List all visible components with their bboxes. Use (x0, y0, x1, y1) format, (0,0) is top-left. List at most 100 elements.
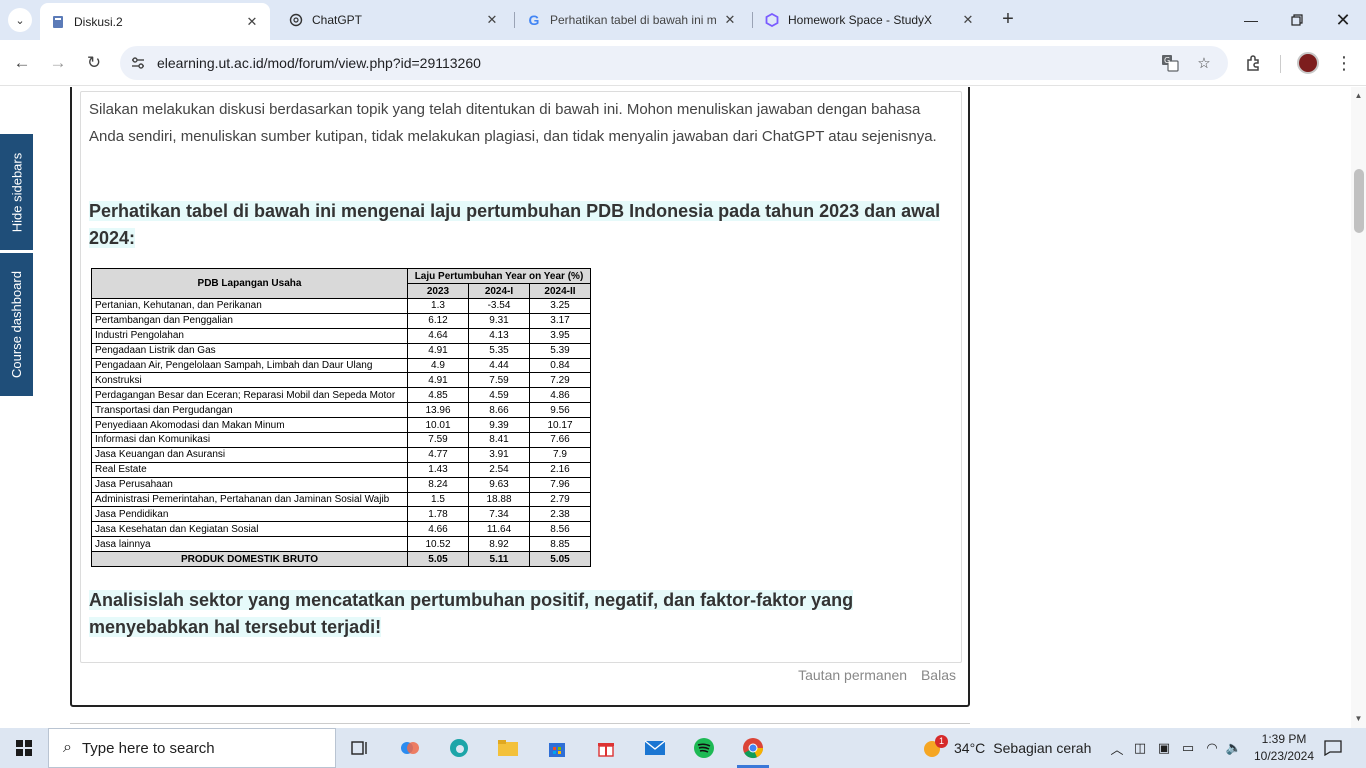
avatar[interactable] (1297, 52, 1319, 74)
value-cell: 5.35 (468, 342, 530, 359)
url-text[interactable]: elearning.ut.ac.id/mod/forum/view.php?id… (157, 55, 481, 71)
value-cell: 8.66 (468, 402, 530, 419)
sector-cell: Transportasi dan Pergudangan (91, 402, 408, 419)
menu-dots-icon[interactable]: ⋮ (1332, 51, 1356, 75)
forward-button[interactable]: → (44, 49, 72, 77)
sector-cell: Pengadaan Air, Pengelolaan Sampah, Limba… (91, 357, 408, 374)
store-icon[interactable] (537, 732, 577, 764)
table-row: Pertanian, Kehutanan, dan Perikanan 1.3 -3… (91, 298, 591, 314)
value-cell: 0.84 (529, 357, 591, 374)
scrollbar-thumb[interactable] (1354, 169, 1364, 233)
close-icon: ✕ (1335, 9, 1351, 30)
weather-badge: 1 (935, 735, 948, 748)
spotify-icon[interactable] (684, 732, 724, 764)
chevron-down-icon: ⌄ (15, 14, 25, 27)
copilot-icon[interactable] (390, 732, 430, 764)
page-scrollbar[interactable]: ▲ ▼ (1351, 87, 1366, 728)
tab-title: ChatGPT (312, 13, 363, 27)
close-icon[interactable]: ✕ (722, 12, 738, 28)
course-dashboard-button[interactable]: Course dashboard (0, 253, 33, 396)
task-view-icon[interactable] (340, 732, 380, 764)
search-icon: ⌕ (63, 739, 72, 756)
back-button[interactable]: ← (8, 49, 36, 77)
value-cell: 3.17 (529, 312, 591, 329)
weather-sun-icon: 1 (920, 735, 948, 759)
scroll-up-icon[interactable]: ▲ (1351, 89, 1366, 103)
value-cell: 2.54 (468, 461, 530, 478)
tab-separator (752, 12, 753, 28)
value-cell: 4.91 (407, 372, 469, 389)
value-cell: 4.44 (468, 357, 530, 374)
notification-icon[interactable] (1321, 736, 1345, 760)
chevron-up-icon[interactable]: ︿ (1108, 739, 1126, 758)
svg-text:G: G (1164, 56, 1170, 65)
restore-button[interactable] (1274, 0, 1320, 40)
tab-chatgpt[interactable]: ChatGPT ✕ (278, 4, 510, 36)
wifi-icon[interactable]: ◠ (1202, 740, 1222, 756)
gift-icon[interactable] (586, 732, 626, 764)
tab-title: Homework Space - StudyX (788, 13, 933, 27)
value-cell: 1.3 (407, 298, 469, 314)
bookmark-star-icon[interactable]: ☆ (1194, 53, 1214, 73)
reload-button[interactable]: ↻ (80, 49, 108, 77)
table-row: Transportasi dan Pergudangan 13.96 8.66 9.5… (91, 402, 591, 419)
value-cell: 13.96 (407, 402, 469, 419)
scroll-down-icon[interactable]: ▼ (1351, 712, 1366, 726)
meet-now-icon[interactable]: ◫ (1130, 740, 1150, 756)
value-cell: 7.29 (529, 372, 591, 389)
value-cell: 4.59 (468, 387, 530, 404)
value-cell: 10.52 (407, 536, 469, 553)
table-row: Pengadaan Air, Pengelolaan Sampah, Limba… (91, 357, 591, 374)
extensions-icon[interactable] (1242, 51, 1266, 75)
sector-cell: Industri Pengolahan (91, 327, 408, 344)
tab-diskusi[interactable]: Diskusi.2 ✕ (40, 3, 270, 40)
battery-icon[interactable]: ▭ (1178, 740, 1198, 756)
site-info-icon[interactable] (128, 53, 148, 73)
close-icon[interactable]: ✕ (960, 12, 976, 28)
new-tab-button[interactable]: + (996, 8, 1020, 32)
close-window-button[interactable]: ✕ (1320, 0, 1366, 40)
value-cell: 2.79 (529, 491, 591, 508)
hide-sidebars-button[interactable]: Hide sidebars (0, 134, 33, 250)
value-cell: 8.92 (468, 536, 530, 553)
weather-temperature: 34°C (954, 740, 986, 756)
tab-studyx[interactable]: Homework Space - StudyX ✕ (754, 4, 986, 36)
chrome-icon[interactable] (733, 732, 773, 768)
header-year: 2024-I (468, 283, 530, 299)
value-cell: 7.66 (529, 432, 591, 448)
value-cell: 4.85 (407, 387, 469, 404)
mail-icon[interactable] (635, 732, 675, 764)
post-body: Silakan melakukan diskusi berdasarkan to… (80, 91, 962, 663)
file-explorer-icon[interactable] (488, 732, 528, 764)
start-button[interactable] (0, 728, 48, 768)
value-cell: 8.24 (407, 476, 469, 493)
address-bar[interactable]: elearning.ut.ac.id/mod/forum/view.php?id… (120, 46, 1228, 80)
tab-google-search[interactable]: G Perhatikan tabel di bawah ini m ✕ (516, 4, 748, 36)
arrow-right-icon: → (49, 53, 67, 72)
table-row: Jasa lainnya 10.52 8.92 8.85 (91, 536, 591, 553)
openai-icon (288, 12, 304, 28)
arrow-left-icon: ← (13, 53, 31, 72)
close-icon[interactable]: ✕ (244, 14, 260, 30)
edge-icon[interactable] (439, 732, 479, 764)
weather-widget[interactable]: 1 34°C Sebagian cerah (920, 728, 1091, 768)
tab-search-button[interactable]: ⌄ (8, 8, 32, 32)
display-icon[interactable]: ▣ (1154, 740, 1174, 756)
page-content: Silakan melakukan diskusi berdasarkan to… (0, 87, 1351, 728)
value-cell: 7.34 (468, 506, 530, 523)
taskbar-search[interactable]: ⌕ Type here to search (48, 728, 336, 768)
sector-cell: Pertanian, Kehutanan, dan Perikanan (91, 298, 408, 314)
tab-strip: ⌄ Diskusi.2 ✕ ChatGPT ✕ G Perhatikan tab… (0, 0, 1366, 40)
sector-cell: Konstruksi (91, 372, 408, 389)
toolbar-divider (1280, 55, 1281, 73)
sector-cell: Penyediaan Akomodasi dan Makan Minum (91, 417, 408, 434)
volume-icon[interactable]: 🔈 (1224, 740, 1244, 756)
minimize-button[interactable]: — (1228, 0, 1274, 40)
taskbar-clock[interactable]: 1:39 PM 10/23/2024 (1245, 731, 1323, 765)
header-year: 2023 (407, 283, 469, 299)
close-icon[interactable]: ✕ (484, 12, 500, 28)
question-heading-1: Perhatikan tabel di bawah ini mengenai l… (89, 201, 941, 248)
translate-icon[interactable]: G (1160, 53, 1180, 73)
reply-link[interactable]: Balas (921, 667, 956, 683)
permalink-link[interactable]: Tautan permanen (798, 667, 907, 683)
